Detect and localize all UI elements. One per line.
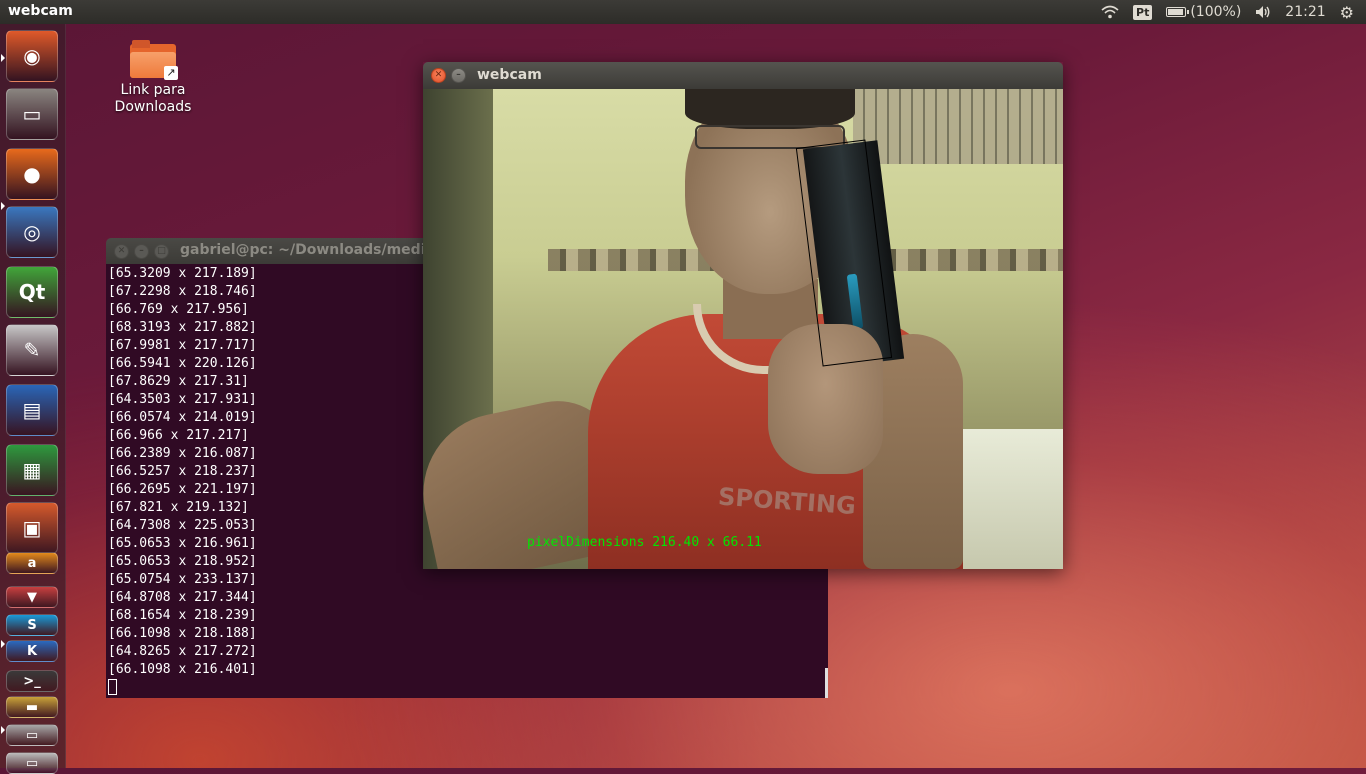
terminal-line: [66.1098 x 218.188] bbox=[108, 626, 257, 641]
webcam-minimize-button[interactable]: – bbox=[451, 68, 466, 83]
qt-creator-icon: Qt bbox=[18, 280, 46, 304]
running-indicator bbox=[1, 640, 5, 648]
top-panel: webcam Pt (100%) 21:21 ⚙ bbox=[0, 0, 1366, 24]
webcam-title: webcam bbox=[477, 67, 542, 83]
person-hair bbox=[685, 89, 855, 129]
launcher-item-ubuntu-dash[interactable]: ◉ bbox=[6, 30, 58, 82]
running-indicator bbox=[1, 54, 5, 62]
scanner-icon: ▬ bbox=[25, 699, 39, 715]
terminal-minimize-button[interactable]: – bbox=[134, 244, 149, 259]
link-arrow-icon: ↗ bbox=[164, 66, 178, 80]
ubuntu-dash-icon: ◉ bbox=[23, 44, 41, 68]
launcher-item-libreoffice-impress[interactable]: ▣ bbox=[6, 502, 58, 554]
launcher-item-files[interactable]: ▭ bbox=[6, 88, 58, 140]
desktop-icon-label: Link para Downloads bbox=[114, 82, 192, 115]
firefox-icon: ● bbox=[23, 162, 41, 186]
launcher-item-libreoffice-calc[interactable]: ▦ bbox=[6, 444, 58, 496]
libreoffice-calc-icon: ▦ bbox=[22, 458, 42, 482]
webcam-video-frame: SPORTING CO pixelDimensions 216.40 x 66.… bbox=[423, 89, 1063, 569]
terminal-scrollbar[interactable] bbox=[825, 668, 828, 698]
room-bed bbox=[963, 429, 1063, 569]
keyboard-layout-label: Pt bbox=[1133, 4, 1153, 20]
active-app-title: webcam bbox=[8, 3, 73, 19]
disk-icon: ▭ bbox=[25, 727, 39, 743]
terminal-line: [66.1098 x 216.401] bbox=[108, 662, 257, 677]
launcher-item-qt-creator[interactable]: Qt bbox=[6, 266, 58, 318]
battery-indicator[interactable]: (100%) bbox=[1166, 4, 1241, 20]
wifi-icon[interactable] bbox=[1101, 5, 1119, 19]
terminal-icon: >_ bbox=[23, 673, 41, 689]
terminal-line: [68.1654 x 218.239] bbox=[108, 608, 257, 623]
launcher-item-amazon[interactable]: a bbox=[6, 552, 58, 574]
launcher-item-scanner[interactable]: ▬ bbox=[6, 696, 58, 718]
terminal-line: [65.0754 x 233.137] bbox=[108, 572, 257, 587]
folder-icon: ↗ bbox=[130, 40, 178, 80]
webcam-close-button[interactable]: ✕ bbox=[431, 68, 446, 83]
text-editor-icon: ✎ bbox=[23, 338, 41, 362]
launcher-item-firefox[interactable]: ● bbox=[6, 148, 58, 200]
running-indicator bbox=[1, 726, 5, 734]
webcam-window[interactable]: ✕ – webcam SPORTING CO pixelDimensions 2… bbox=[423, 62, 1063, 569]
terminal-maximize-button[interactable]: □ bbox=[154, 244, 169, 259]
launcher-item-text-editor[interactable]: ✎ bbox=[6, 324, 58, 376]
room-shelf bbox=[853, 89, 1063, 164]
battery-icon bbox=[1166, 7, 1190, 17]
launcher-item-libreoffice-writer[interactable]: ▤ bbox=[6, 384, 58, 436]
terminal-close-button[interactable]: ✕ bbox=[114, 244, 129, 259]
libreoffice-impress-icon: ▣ bbox=[22, 516, 42, 540]
indicator-area: Pt (100%) 21:21 ⚙ bbox=[1101, 0, 1354, 24]
skype-icon: S bbox=[27, 617, 37, 633]
pixel-dimensions-overlay: pixelDimensions 216.40 x 66.11 bbox=[527, 535, 762, 550]
terminal-cursor bbox=[108, 679, 117, 695]
webcam-titlebar[interactable]: ✕ – webcam bbox=[423, 62, 1063, 89]
running-indicator bbox=[1, 202, 5, 210]
terminal-prompt-line[interactable] bbox=[108, 679, 828, 697]
launcher-item-terminal[interactable]: >_ bbox=[6, 670, 58, 692]
kde-app-icon: K bbox=[26, 643, 38, 659]
battery-percentage: (100%) bbox=[1190, 4, 1242, 20]
terminal-title: gabriel@pc: ~/Downloads/medir_d bbox=[180, 242, 450, 258]
launcher: ◉ ▭ ● ◎ Qt ✎ ▤ ▦ ▣ a ▼ S K >_ ▬ ▭ ▭ bbox=[0, 24, 66, 774]
terminal-line: [64.8708 x 217.344] bbox=[108, 590, 257, 605]
launcher-item-skype[interactable]: S bbox=[6, 614, 58, 636]
software-updater-icon: ▼ bbox=[27, 589, 37, 605]
launcher-item-disk[interactable]: ▭ bbox=[6, 724, 58, 746]
volume-icon[interactable] bbox=[1255, 5, 1271, 19]
libreoffice-writer-icon: ▤ bbox=[22, 398, 42, 422]
launcher-item-chromium[interactable]: ◎ bbox=[6, 206, 58, 258]
launcher-item-kde-app[interactable]: K bbox=[6, 640, 58, 662]
chromium-icon: ◎ bbox=[23, 220, 41, 244]
keyboard-layout-indicator[interactable]: Pt bbox=[1133, 4, 1153, 20]
terminal-line: [64.8265 x 217.272] bbox=[108, 644, 257, 659]
files-icon: ▭ bbox=[22, 102, 42, 126]
settings-gear-icon[interactable]: ⚙ bbox=[1340, 3, 1354, 22]
amazon-icon: a bbox=[27, 555, 37, 571]
desktop-icon-downloads-link[interactable]: ↗ Link para Downloads bbox=[112, 40, 194, 116]
clock[interactable]: 21:21 bbox=[1285, 4, 1325, 20]
launcher-item-software-updater[interactable]: ▼ bbox=[6, 586, 58, 608]
launcher-item-trash[interactable]: ▭ bbox=[6, 752, 58, 774]
